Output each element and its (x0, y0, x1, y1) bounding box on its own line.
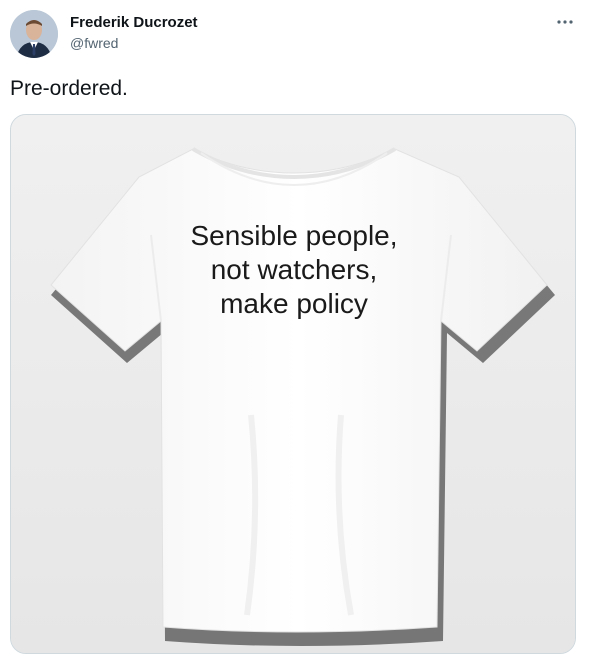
tweet-media-image[interactable]: Sensible people, not watchers, make poli… (10, 114, 576, 654)
tshirt-print-line: not watchers, (210, 254, 378, 285)
avatar-image (10, 10, 58, 58)
author-handle[interactable]: @fwred (70, 34, 198, 52)
more-options-button[interactable] (555, 12, 575, 32)
tshirt-illustration (11, 115, 575, 653)
avatar[interactable] (10, 10, 58, 58)
tshirt-print-text: Sensible people, not watchers, make poli… (11, 219, 575, 321)
tweet: Frederik Ducrozet @fwred Pre-ordered. Se… (0, 0, 589, 665)
tweet-text: Pre-ordered. (10, 77, 128, 100)
author-info: Frederik Ducrozet @fwred (70, 14, 198, 52)
tshirt-print-line: Sensible people, (190, 220, 398, 251)
tshirt-print-line: make policy (220, 288, 368, 319)
author-display-name[interactable]: Frederik Ducrozet (70, 14, 198, 32)
more-horizontal-icon (557, 20, 573, 24)
